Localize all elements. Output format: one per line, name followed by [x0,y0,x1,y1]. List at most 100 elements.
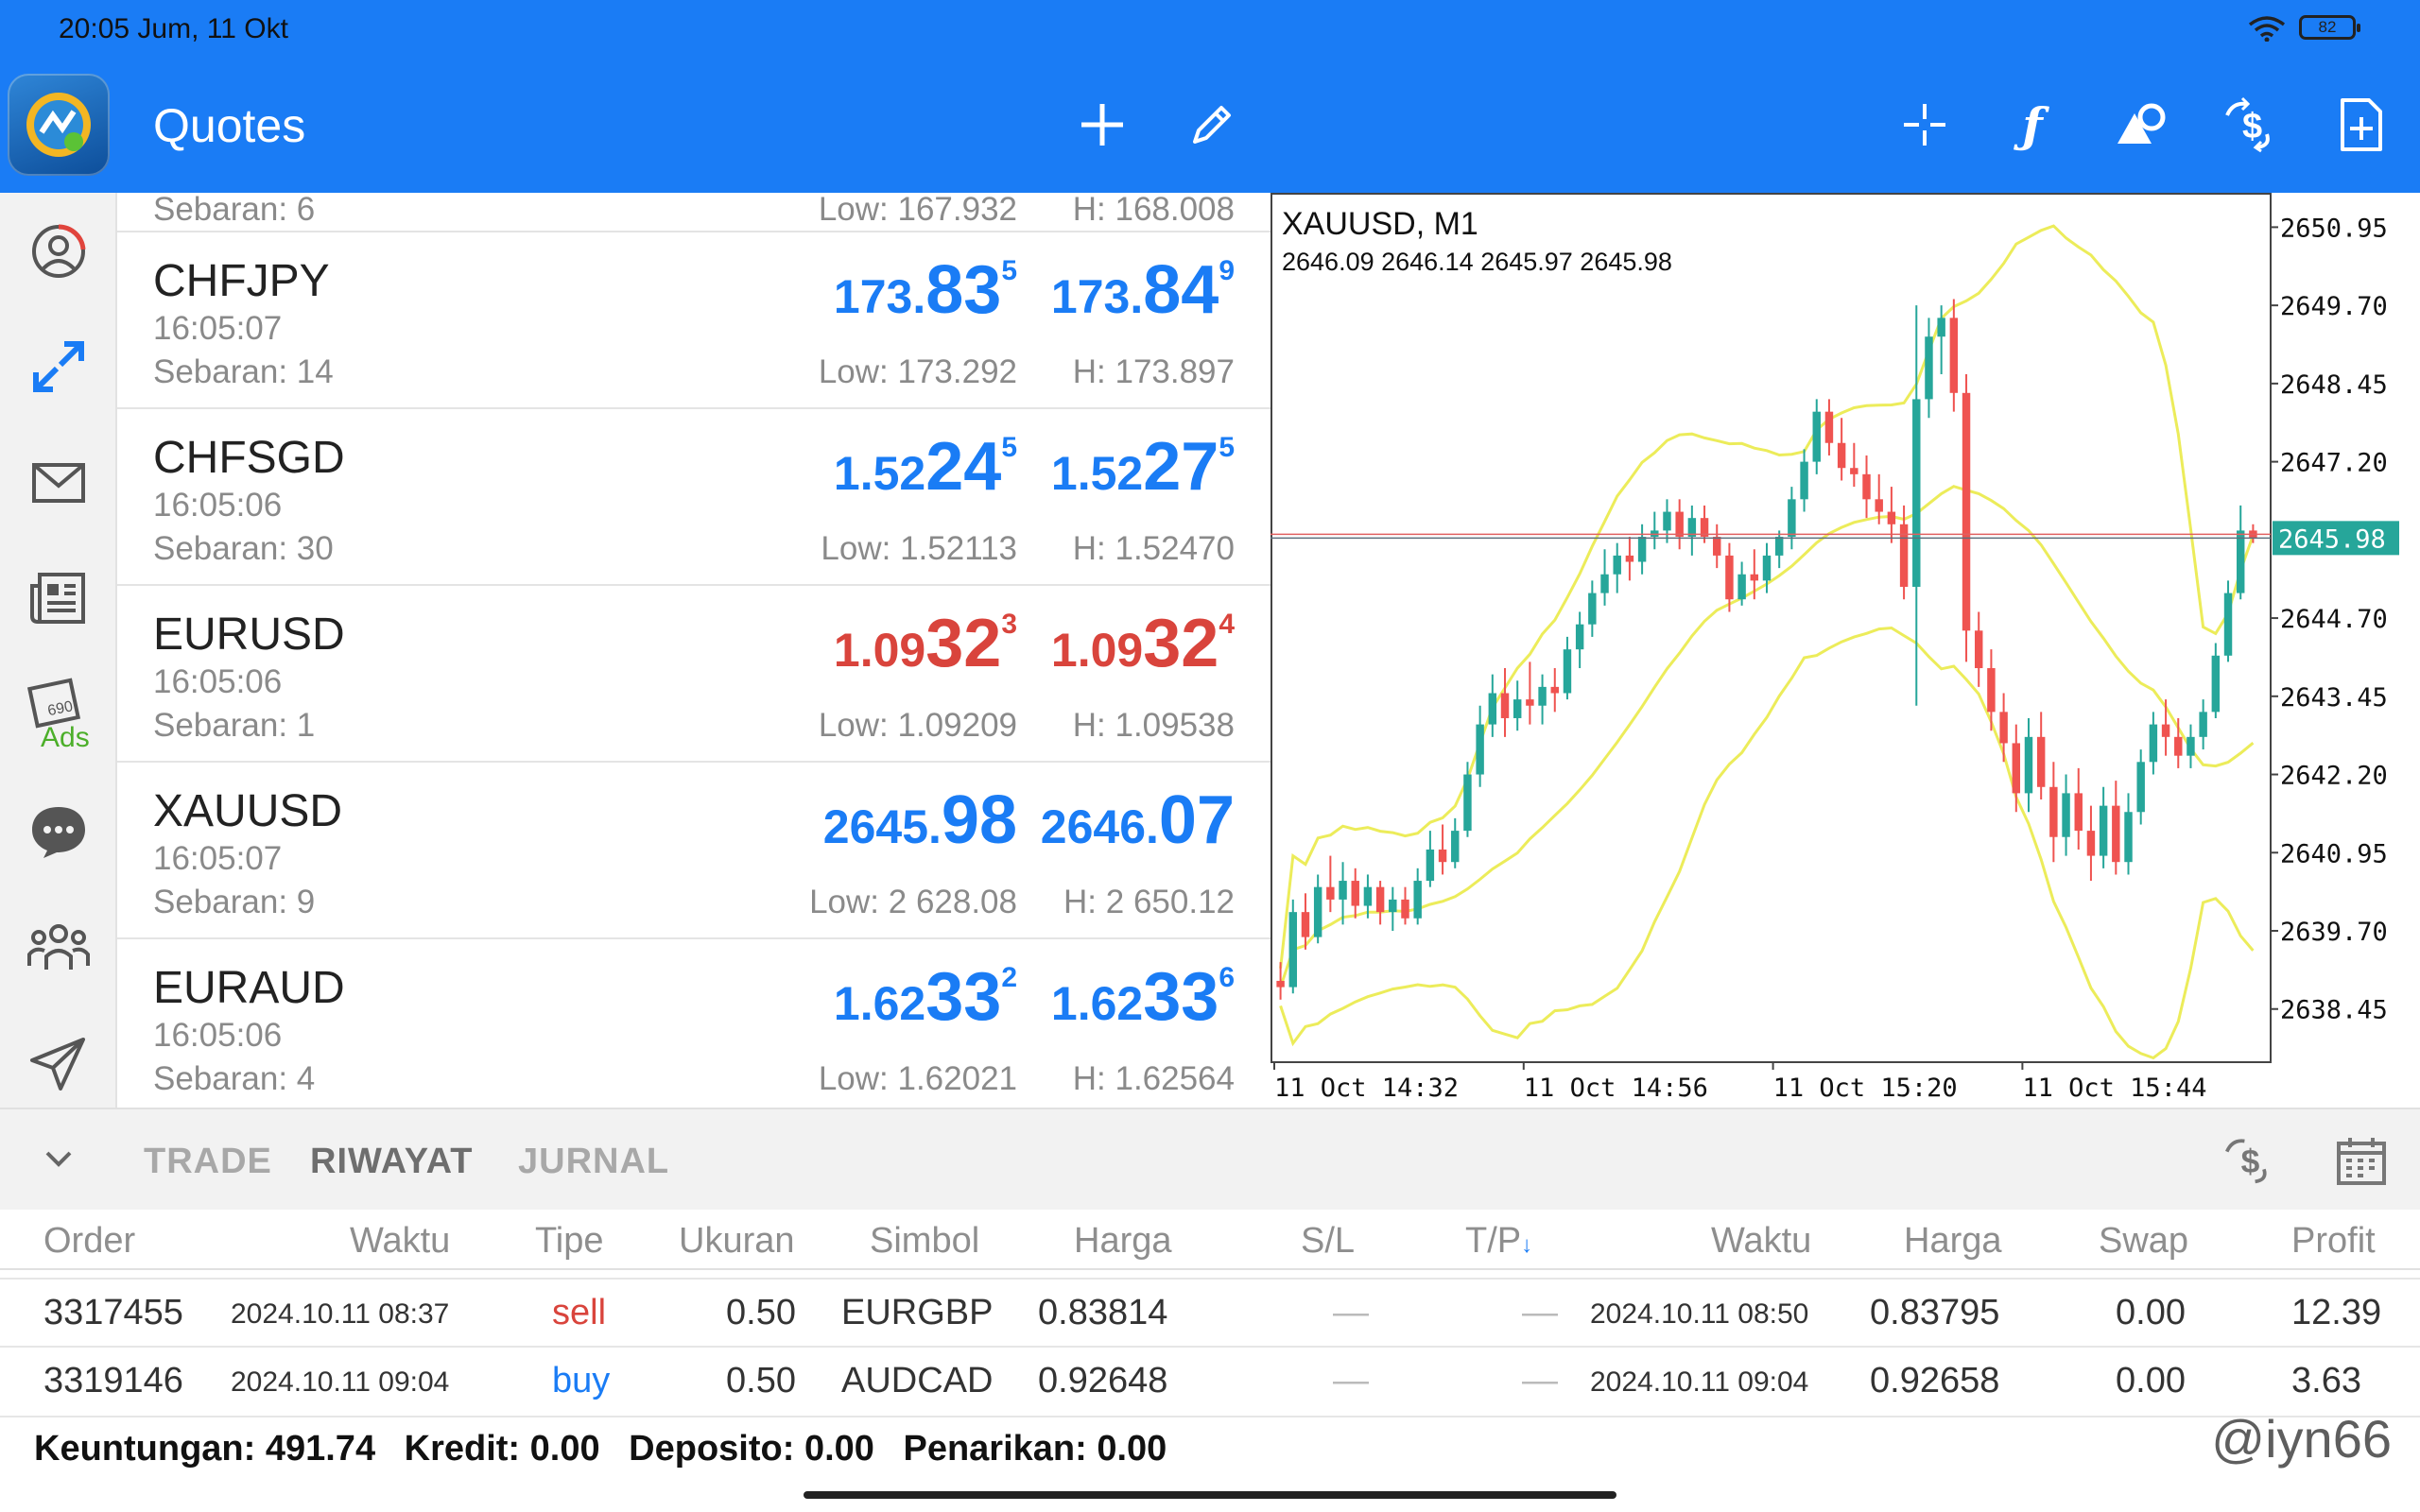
candle-body [1837,442,1846,469]
sidebar-item-telegram[interactable] [21,1024,96,1100]
candle-body [1389,899,1397,913]
col-price[interactable]: Harga [1074,1221,1172,1262]
history-sl: — [1333,1293,1369,1332]
history-close-price: 0.83795 [1870,1293,2000,1332]
wifi-icon [2248,16,2286,42]
home-indicator[interactable] [804,1491,1616,1499]
col-close-price[interactable]: Harga [1904,1221,2002,1262]
quote-ask-price[interactable]: 1.62336 [1051,958,1235,1036]
candle-body [1912,399,1921,587]
history-tp: — [1522,1293,1558,1332]
price-point: 3 [1001,609,1017,640]
quote-bid-price[interactable]: 1.52245 [834,428,1017,506]
quote-high: H: 2 650.12 [1063,884,1235,920]
col-order[interactable]: Order [43,1221,135,1262]
candle-body [2124,812,2133,863]
quote-bid-price[interactable]: 2645.98 [823,782,1017,859]
candle-body [2012,743,2021,794]
sidebar-item-mailbox[interactable] [21,444,96,520]
price-point: 5 [1001,432,1017,463]
col-type[interactable]: Tipe [535,1221,604,1262]
candle-body [2062,793,2070,837]
candle-body [1625,555,1634,562]
function-icon: ƒ [2022,96,2043,153]
history-row[interactable]: 3317455 2024.10.11 08:37 sell 0.50 EURGBP 0.8… [0,1278,2420,1348]
candle-body [1401,899,1409,919]
plus-icon [1081,104,1123,146]
candle-body [1301,912,1310,937]
col-open-time[interactable]: Waktu [350,1221,450,1262]
chevron-down-icon[interactable] [42,1147,76,1170]
quote-spread: Sebaran: 4 [153,1060,316,1097]
tab-trade[interactable]: TRADE [144,1142,272,1182]
price-label: 2642.20 [2280,762,2388,791]
sidebar-item-community[interactable] [21,909,96,985]
sidebar-item-quotes[interactable] [21,329,96,404]
quote-row-chfjpy[interactable]: CHFJPY 16:05:07 Sebaran: 14 173.835 173.… [117,232,1270,409]
tab-riwayat[interactable]: RIWAYAT [310,1142,473,1182]
quote-ask-price[interactable]: 173.849 [1051,251,1235,329]
chart-canvas[interactable]: 2650.95 2649.70 2648.45 2647.20 2644.70 2643.… [1270,193,2420,1108]
col-size[interactable]: Ukuran [679,1221,795,1262]
quote-ask-price[interactable]: 2646.07 [1041,782,1235,859]
price-pips: 33 [1143,959,1219,1035]
history-row[interactable]: 3319146 2024.10.11 09:04 buy 0.50 AUDCAD 0.92… [0,1348,2420,1418]
candle-body [2149,724,2158,763]
watermark: @iyn66 [2211,1409,2392,1469]
quote-row-partial[interactable]: Sebaran: 6 Low: 167.932 H: 168.008 [117,193,1270,232]
indicators-button[interactable]: ƒ [1998,91,2066,159]
quote-ask-price[interactable]: 1.09324 [1051,605,1235,682]
calendar-icon[interactable] [2335,1134,2388,1187]
panel-tabs-bar: TRADE RIWAYAT JURNAL $ [0,1108,2420,1210]
quote-row-chfsgd[interactable]: CHFSGD 16:05:06 Sebaran: 30 1.52245 1.52… [117,409,1270,586]
history-close-price: 0.92658 [1870,1361,2000,1400]
price-pips: 24 [925,429,1002,505]
price-label: 2649.70 [2280,292,2388,321]
sidebar-item-account[interactable] [21,214,96,289]
sidebar-item-news[interactable] [21,559,96,635]
price-chart[interactable]: 2650.95 2649.70 2648.45 2647.20 2644.70 2643.… [1270,193,2420,1108]
candle-body [1937,318,1945,337]
quote-spread: Sebaran: 1 [153,707,316,744]
tab-jurnal[interactable]: JURNAL [518,1142,669,1182]
trade-button[interactable]: $ [2218,91,2286,159]
price-pips: 98 [941,782,1017,858]
sidebar-item-chat[interactable] [21,794,96,869]
col-symbol[interactable]: Simbol [870,1221,979,1262]
dollar-exchange-icon[interactable]: $ [2221,1134,2278,1187]
chart-symbol: XAUUSD, M1 [1282,206,1478,242]
candle-body [1875,499,1883,512]
objects-button[interactable] [2108,91,2176,159]
metatrader-logo-icon[interactable] [8,74,110,176]
price-prefix: 2645. [822,800,942,853]
sidebar-item-calendar-ads[interactable]: 690 Ads [21,675,96,750]
candle-body [1326,886,1335,900]
quote-ask-price[interactable]: 1.52275 [1051,428,1235,506]
quote-low: Low: 2 628.08 [809,884,1017,920]
quotes-list[interactable]: Sebaran: 6 Low: 167.932 H: 168.008 CHFJP… [117,193,1270,1108]
candle-body [2211,655,2221,713]
quote-bid-price[interactable]: 173.835 [834,251,1017,329]
col-swap[interactable]: Swap [2099,1221,2188,1262]
quote-row-xauusd[interactable]: XAUUSD 16:05:07 Sebaran: 9 2645.98 2646.… [117,763,1270,939]
col-close-time[interactable]: Waktu [1711,1221,1811,1262]
crosshair-button[interactable] [1891,91,1959,159]
quote-bid-price[interactable]: 1.62332 [834,958,1017,1036]
add-symbol-button[interactable] [1068,91,1136,159]
quote-high: H: 1.09538 [1072,707,1235,744]
send-paper-plane-icon [30,1038,85,1091]
quote-row-eurusd[interactable]: EURUSD 16:05:06 Sebaran: 1 1.09323 1.093… [117,586,1270,763]
candle-body [1426,849,1435,882]
price-prefix: 1.62 [1050,977,1144,1030]
quote-bid-price[interactable]: 1.09323 [834,605,1017,682]
quote-low: Low: 167.932 [818,193,1017,228]
new-order-button[interactable] [2327,91,2395,159]
candle-body [1488,693,1497,725]
col-tp[interactable]: T/P↓ [1465,1221,1532,1262]
col-profit[interactable]: Profit [2291,1221,2376,1262]
price-pips: 83 [925,252,1002,328]
candle-body [1288,912,1298,988]
edit-symbols-button[interactable] [1178,91,1246,159]
quote-row-euraud[interactable]: EURAUD 16:05:06 Sebaran: 4 1.62332 1.623… [117,939,1270,1108]
col-sl[interactable]: S/L [1301,1221,1355,1262]
